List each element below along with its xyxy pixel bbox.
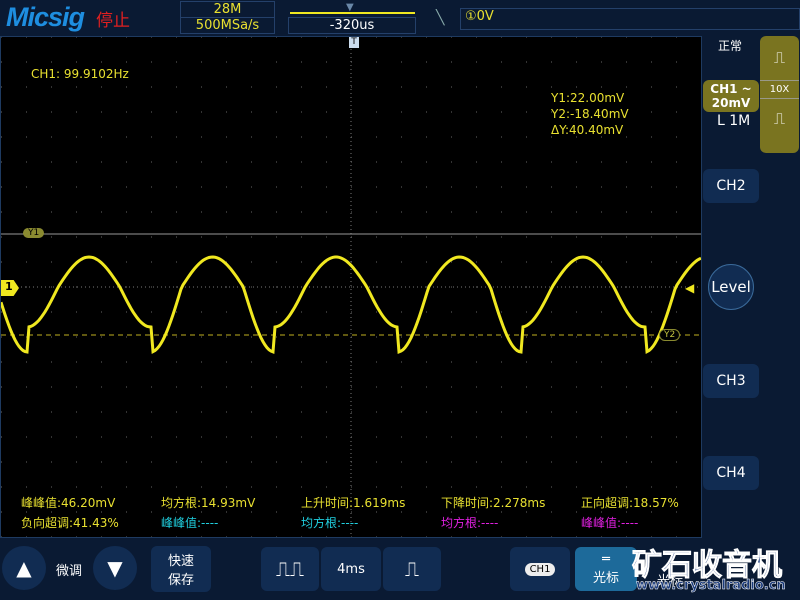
cursor-y1-handle[interactable]: Y1 — [23, 228, 45, 238]
down-arrow-button[interactable]: ▼ — [93, 546, 137, 590]
cursor-delta-readout: ΔY:40.40mV — [551, 123, 624, 137]
waveform-screen[interactable]: CH1: 99.9102Hz Y1:22.00mV Y2:-18.40mV ΔY… — [0, 36, 702, 538]
quick-save-button[interactable]: 快速 保存 — [151, 546, 211, 592]
measurement-row-2: 负向超调:41.43% 峰峰值:---- 均方根:---- 均方根:---- 峰峰值:-… — [21, 514, 701, 530]
measurement-item: 峰峰值:---- — [581, 516, 639, 530]
ch1-scale: 20mV — [711, 96, 751, 110]
frequency-readout: CH1: 99.9102Hz — [31, 67, 129, 81]
measurement-item: 峰峰值:46.20mV — [21, 496, 116, 510]
measurement-item: 下降时间:2.278ms — [441, 496, 546, 510]
measurement-item: 峰峰值:---- — [161, 516, 219, 530]
acquisition-mode[interactable]: 正常 — [718, 37, 742, 54]
timebase-value[interactable]: 4ms — [321, 547, 381, 591]
ch3-button[interactable]: CH3 — [703, 364, 759, 398]
ch1-badge: CH1 — [524, 562, 556, 576]
probe-panel[interactable]: ⎍ 10X ⎍ — [760, 36, 799, 153]
memory-depth[interactable]: 28M — [180, 1, 275, 18]
measurement-item: 上升时间:1.619ms — [301, 496, 406, 510]
measurement-item: 均方根:---- — [301, 516, 359, 530]
cursor-y2-readout: Y2:-18.40mV — [551, 107, 629, 121]
trigger-level[interactable]: ①0V — [460, 8, 800, 30]
top-bar: Micsig 停止 28M 500MSa/s ▼ -320us ╲ ①0V — [0, 0, 800, 36]
pulse-small-icon: ⎍ — [773, 109, 786, 128]
ch1-select-button[interactable]: CH1 — [510, 547, 570, 591]
ch4-button[interactable]: CH4 — [703, 456, 759, 490]
trigger-level-marker[interactable]: ◀ — [685, 281, 694, 295]
trigger-time-marker[interactable]: T — [349, 37, 359, 48]
sample-rate[interactable]: 500MSa/s — [180, 17, 275, 34]
pulse-icon: ⎍ — [773, 48, 786, 67]
cursor-button[interactable]: ═ 光标 — [575, 547, 637, 591]
cursor-y2-handle[interactable]: Y2 — [659, 329, 681, 341]
watermark-url: www.crystalradio.cn — [636, 578, 786, 594]
measurement-item: 均方根:14.93mV — [161, 496, 256, 510]
trigger-position-icon: ▼ — [346, 2, 354, 13]
measurement-item: 负向超调:41.43% — [21, 516, 119, 530]
ch1-scale-button[interactable]: CH1 ~ 20mV — [703, 80, 759, 112]
ch1-label: CH1 ~ — [710, 82, 752, 96]
timebase-increase-button[interactable]: ⎍ — [383, 547, 441, 591]
cursor-icon: ═ — [602, 552, 610, 567]
impedance: L 1M — [717, 113, 751, 129]
measurement-item: 正向超调:18.57% — [581, 496, 679, 510]
measurement-item: 均方根:---- — [441, 516, 499, 530]
timebase-decrease-button[interactable]: ⎍⎍ — [261, 547, 319, 591]
run-stop-status[interactable]: 停止 — [96, 6, 130, 31]
probe-ratio: 10X — [760, 80, 799, 99]
brand-logo: Micsig — [6, 2, 85, 32]
level-knob[interactable]: Level — [708, 264, 754, 310]
falling-edge-icon[interactable]: ╲ — [436, 10, 444, 26]
up-arrow-button[interactable]: ▲ — [2, 546, 46, 590]
cursor-y1-readout: Y1:22.00mV — [551, 91, 625, 105]
horizontal-position[interactable]: -320us — [288, 17, 416, 34]
measurement-row-1: 峰峰值:46.20mV 均方根:14.93mV 上升时间:1.619ms 下降时间:2… — [21, 494, 701, 510]
ch2-button[interactable]: CH2 — [703, 169, 759, 203]
fine-adjust-label: 微调 — [56, 564, 83, 579]
cursor-label: 光标 — [592, 571, 619, 586]
